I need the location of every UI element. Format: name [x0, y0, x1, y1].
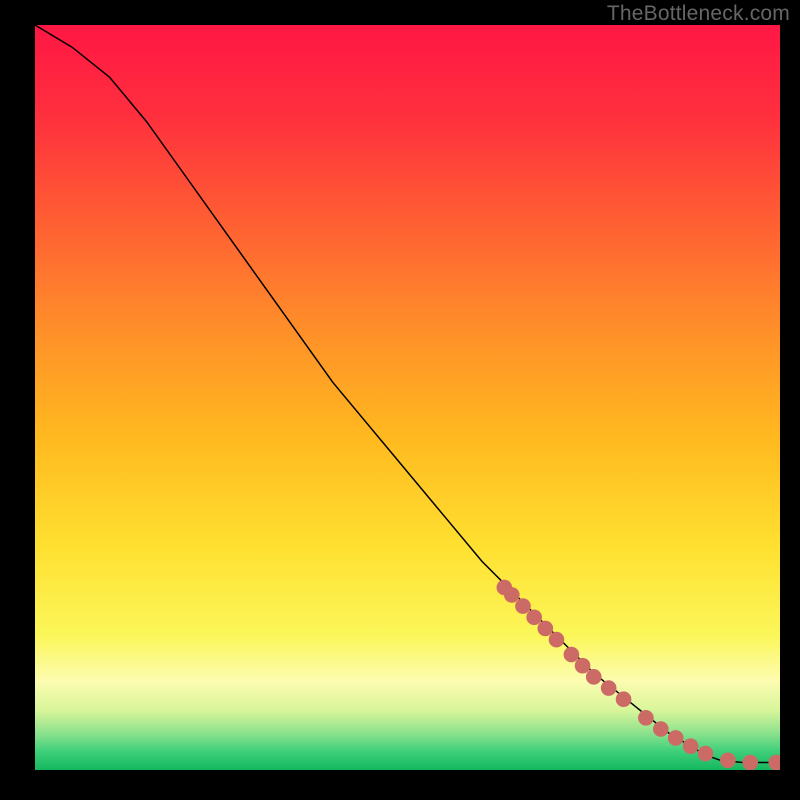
marker-dot [768, 755, 780, 770]
marker-dot [601, 680, 617, 696]
marker-dot [575, 658, 591, 674]
marker-dot [720, 752, 736, 768]
marker-dot [668, 730, 684, 746]
marker-dot [683, 738, 699, 754]
marker-dot [653, 721, 669, 737]
marker-dot [742, 755, 758, 770]
chart-svg [35, 25, 780, 770]
marker-dot [698, 746, 714, 762]
marker-dot [504, 587, 520, 603]
marker-dot [515, 598, 531, 614]
marker-dot [638, 710, 654, 726]
marker-dot [526, 609, 542, 625]
marker-dot [564, 647, 580, 663]
chart-frame: TheBottleneck.com [0, 0, 800, 800]
marker-dot [586, 669, 602, 685]
watermark-label: TheBottleneck.com [607, 2, 790, 26]
plot-area [35, 25, 780, 770]
marker-dot [549, 632, 565, 648]
marker-dot [616, 691, 632, 707]
marker-dot [538, 621, 554, 637]
marker-group [497, 580, 780, 770]
curve-path [35, 25, 780, 763]
